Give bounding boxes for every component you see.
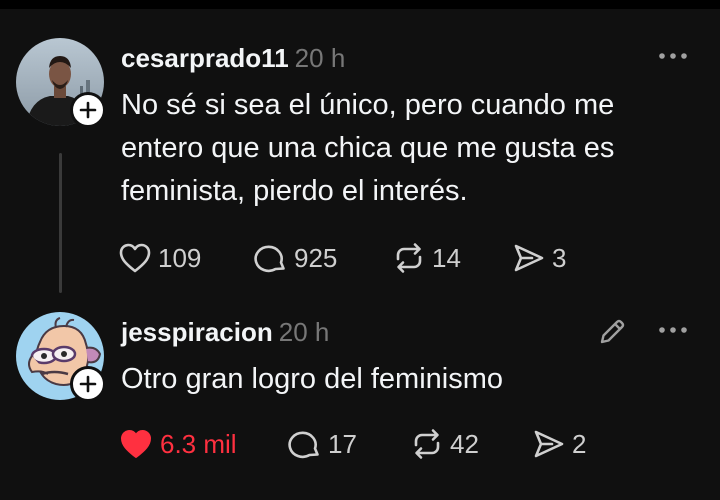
avatar-container[interactable]	[16, 38, 106, 128]
share-count: 3	[552, 243, 567, 273]
like-button[interactable]: 6.3 mil	[118, 424, 237, 464]
follow-button[interactable]	[70, 92, 106, 128]
top-divider	[0, 0, 720, 9]
username-link[interactable]: cesarprado11	[121, 43, 289, 73]
thread-post-reply: jesspiracion 20 h Otro gran logro del fem…	[0, 312, 720, 482]
comment-bubble-icon	[254, 245, 285, 273]
repost-button[interactable]: 42	[410, 424, 479, 464]
repost-arrows-icon	[414, 429, 440, 459]
more-options-button[interactable]	[656, 320, 690, 340]
plus-icon	[79, 101, 97, 119]
post-text: No sé si sea el único, pero cuando me en…	[121, 89, 615, 207]
share-count: 2	[572, 429, 587, 459]
share-button[interactable]: 3	[512, 238, 566, 278]
send-icon	[514, 244, 544, 272]
thread-connector-line	[59, 153, 62, 293]
repost-arrows-icon	[396, 243, 422, 273]
post-actions: 109 925 14 3	[118, 238, 638, 278]
thread-post-original: cesarprado11 20 h No sé si sea el único, …	[0, 38, 720, 300]
share-button[interactable]: 2	[532, 424, 586, 464]
post-header: jesspiracion 20 h	[121, 316, 329, 348]
repost-button[interactable]: 14	[392, 238, 461, 278]
more-options-button[interactable]	[656, 46, 690, 66]
timestamp: 20 h	[294, 43, 346, 73]
like-count: 6.3 mil	[160, 429, 237, 459]
timestamp: 20 h	[278, 317, 330, 347]
send-icon	[534, 430, 564, 458]
follow-button[interactable]	[70, 366, 106, 402]
plus-icon	[79, 375, 97, 393]
comment-button[interactable]: 925	[254, 238, 337, 278]
heart-icon	[121, 430, 151, 458]
repost-count: 42	[450, 429, 479, 459]
like-button[interactable]: 109	[118, 238, 201, 278]
post-text: Otro gran logro del feminismo	[121, 363, 503, 395]
comment-count: 925	[294, 243, 338, 273]
post-header: cesarprado11 20 h	[121, 42, 345, 74]
post-actions: 6.3 mil 17 42 2	[118, 424, 638, 464]
like-count: 109	[158, 243, 202, 273]
repost-count: 14	[432, 243, 461, 273]
more-dots-icon	[659, 53, 687, 59]
edit-button[interactable]	[596, 316, 628, 348]
avatar-container[interactable]	[16, 312, 106, 402]
comment-bubble-icon	[288, 431, 319, 459]
username-link[interactable]: jesspiracion	[121, 317, 273, 347]
heart-icon	[119, 243, 151, 273]
comment-count: 17	[328, 429, 357, 459]
pencil-icon	[600, 319, 625, 344]
comment-button[interactable]: 17	[288, 424, 357, 464]
more-dots-icon	[659, 327, 687, 333]
